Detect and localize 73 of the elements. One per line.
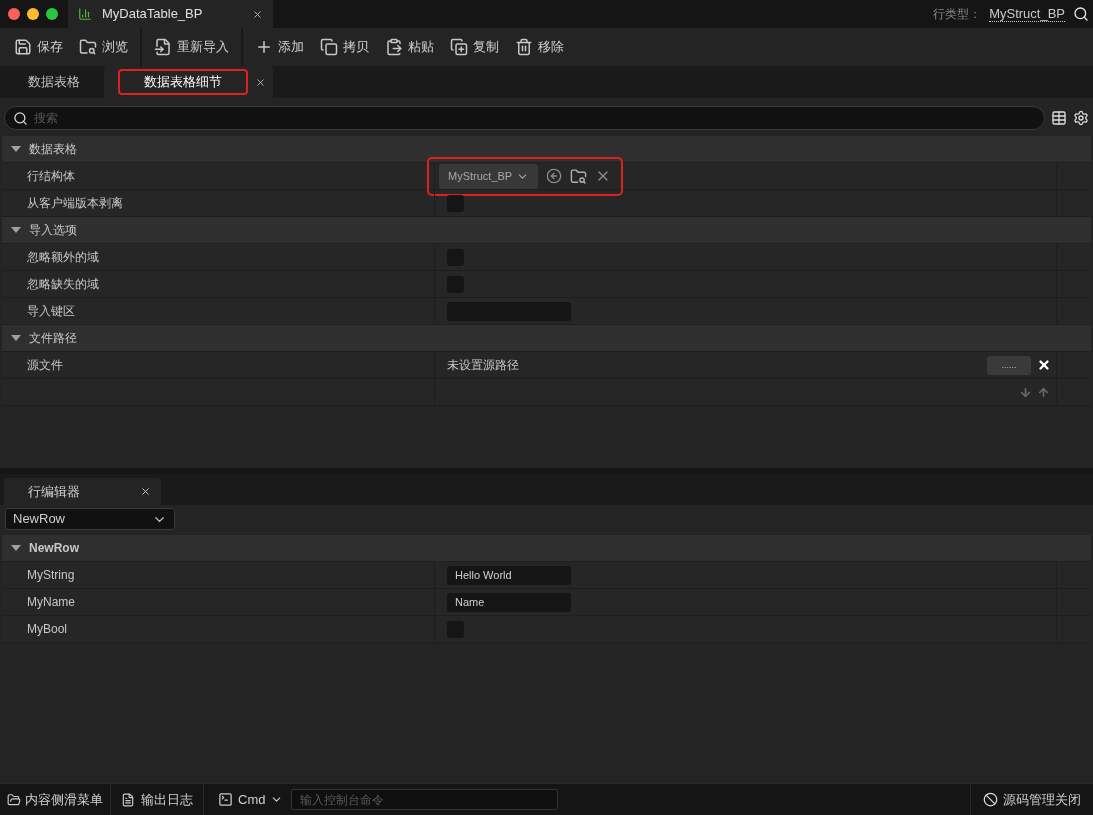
property-label: MyBool [27, 621, 67, 638]
panel-tab[interactable]: 行编辑器 [4, 478, 161, 505]
section-title: NewRow [29, 540, 79, 557]
close-tab-icon[interactable] [255, 76, 266, 88]
search-placeholder: 搜索 [34, 110, 58, 127]
table-view-icon[interactable] [1051, 110, 1067, 126]
property-label: 忽略缺失的域 [27, 276, 99, 293]
clear-icon[interactable] [1037, 358, 1051, 372]
terminal-icon [218, 792, 233, 807]
toolbar-button[interactable]: 移除 [507, 28, 572, 66]
file-import-icon [154, 38, 172, 56]
log-icon [121, 792, 135, 807]
panel-tab[interactable]: 数据表格细节 [104, 66, 273, 98]
trash-icon [515, 38, 533, 56]
property-label: 忽略额外的域 [27, 249, 99, 266]
section-header[interactable]: 数据表格 [2, 136, 1091, 163]
property-label: MyString [27, 567, 75, 584]
folder-search-icon[interactable] [570, 167, 588, 185]
section-header[interactable]: 文件路径 [2, 325, 1091, 352]
row-dropdown[interactable]: NewRow [5, 508, 175, 530]
browse-file-button[interactable]: ...... [987, 355, 1031, 375]
use-selected-icon[interactable] [546, 168, 563, 184]
save-icon [14, 38, 32, 56]
close-window-button[interactable] [8, 8, 20, 20]
content-drawer-button[interactable]: 内容侧滑菜单 [0, 784, 111, 815]
disabled-icon [983, 792, 998, 807]
property-label: 导入键区 [27, 303, 75, 320]
toolbar-button[interactable]: 粘贴 [377, 28, 442, 66]
output-log-button[interactable]: 输出日志 [111, 784, 204, 815]
section-title: 数据表格 [29, 141, 77, 158]
collapse-triangle-icon[interactable] [11, 544, 21, 552]
property-label: 从客户端版本剥离 [27, 195, 123, 212]
arrow-up-icon[interactable] [1037, 385, 1050, 399]
section-header[interactable]: NewRow [2, 535, 1091, 562]
section-title: 文件路径 [29, 330, 77, 347]
section-title: 导入选项 [29, 222, 77, 239]
search-icon [13, 110, 28, 126]
folder-icon [7, 792, 21, 807]
copy-plus-icon [450, 38, 468, 56]
collapse-triangle-icon[interactable] [11, 226, 21, 234]
property-label: MyName [27, 594, 75, 611]
property-label: 行结构体 [27, 168, 75, 185]
text-field[interactable]: Hello World [447, 565, 571, 585]
collapse-triangle-icon[interactable] [11, 145, 21, 153]
plus-icon [255, 38, 273, 56]
copy-icon [320, 38, 338, 56]
cmd-dropdown[interactable]: Cmd [204, 784, 292, 815]
settings-icon[interactable] [1073, 110, 1089, 126]
arrow-down-icon[interactable] [1019, 385, 1032, 399]
source-control-button[interactable]: 源码管理关闭 [971, 784, 1093, 815]
toolbar-button[interactable]: 添加 [247, 28, 312, 66]
row-type-link[interactable]: MyStruct_BP [989, 6, 1065, 22]
document-title: MyDataTable_BP [102, 5, 204, 24]
zoom-window-button[interactable] [46, 8, 58, 20]
struct-dropdown[interactable]: MyStruct_BP [439, 163, 539, 189]
text-field[interactable]: Name [447, 592, 571, 612]
search-icon[interactable] [1073, 6, 1089, 22]
row-type-label: 行类型： [933, 6, 982, 23]
close-icon[interactable] [252, 8, 263, 20]
panel-tab[interactable]: 数据表格 [4, 66, 104, 98]
collapse-triangle-icon[interactable] [11, 334, 21, 342]
folder-search-icon [79, 38, 97, 56]
toolbar-button[interactable]: 复制 [442, 28, 507, 66]
path-text: 未设置源路径 [447, 357, 520, 374]
paste-icon [385, 38, 403, 56]
property-label: 源文件 [27, 357, 63, 374]
close-tab-icon[interactable] [140, 486, 151, 497]
toolbar-button[interactable]: 保存 [6, 28, 71, 66]
minimize-window-button[interactable] [27, 8, 39, 20]
section-header[interactable]: 导入选项 [2, 217, 1091, 244]
document-tab[interactable]: MyDataTable_BP [68, 0, 273, 28]
chart-icon [78, 7, 92, 21]
toolbar-button[interactable]: 拷贝 [312, 28, 377, 66]
